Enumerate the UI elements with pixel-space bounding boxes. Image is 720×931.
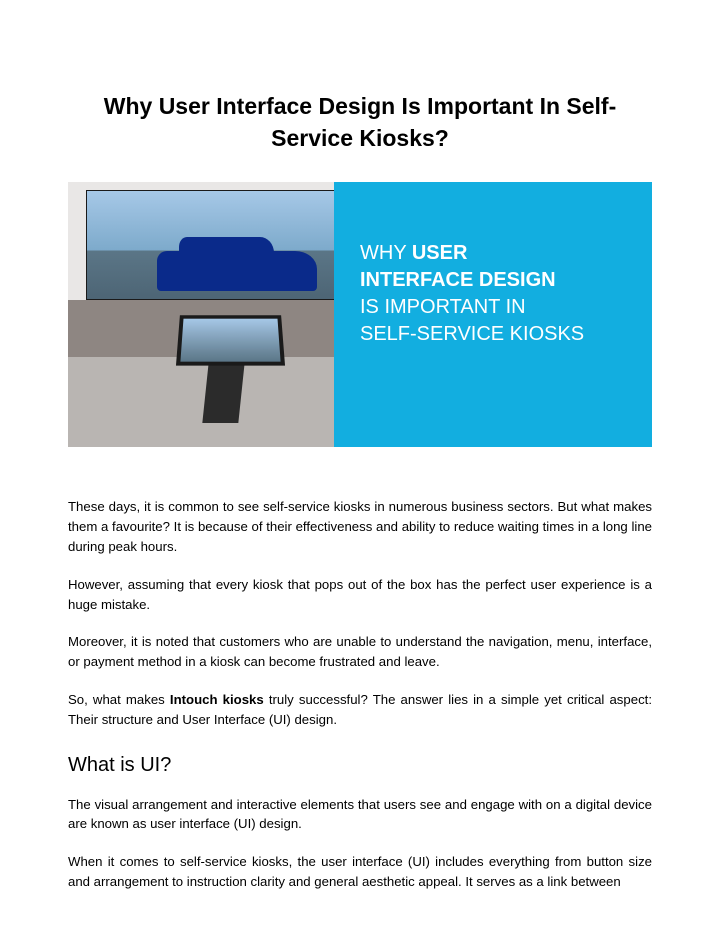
hero-banner: WHY USER INTERFACE DESIGN IS IMPORTANT I… [68, 182, 652, 447]
body-paragraph: When it comes to self-service kiosks, th… [68, 852, 652, 892]
hero-caption: WHY USER INTERFACE DESIGN IS IMPORTANT I… [334, 182, 652, 447]
body-paragraph: The visual arrangement and interactive e… [68, 795, 652, 835]
hero-line-2: INTERFACE DESIGN [360, 267, 626, 294]
floor [68, 357, 334, 447]
hero-line-3: IS IMPORTANT IN [360, 294, 626, 321]
page-title: Why User Interface Design Is Important I… [68, 90, 652, 154]
hero-line-1: WHY USER [360, 240, 626, 267]
car-graphic [157, 251, 317, 291]
section-heading: What is UI? [68, 754, 652, 777]
body-bold: Intouch kiosks [170, 692, 264, 707]
hero-bold: USER [412, 242, 468, 264]
hero-line-4: SELF-SERVICE KIOSKS [360, 321, 626, 348]
body-paragraph: Moreover, it is noted that customers who… [68, 632, 652, 672]
wall-display [86, 190, 334, 300]
body-paragraph: So, what makes Intouch kiosks truly succ… [68, 690, 652, 730]
body-paragraph: However, assuming that every kiosk that … [68, 575, 652, 615]
hero-photo [68, 182, 334, 447]
body-text: So, what makes [68, 692, 170, 707]
kiosk-screen [176, 316, 285, 366]
body-paragraph: These days, it is common to see self-ser… [68, 497, 652, 556]
hero-text: WHY [360, 242, 412, 264]
